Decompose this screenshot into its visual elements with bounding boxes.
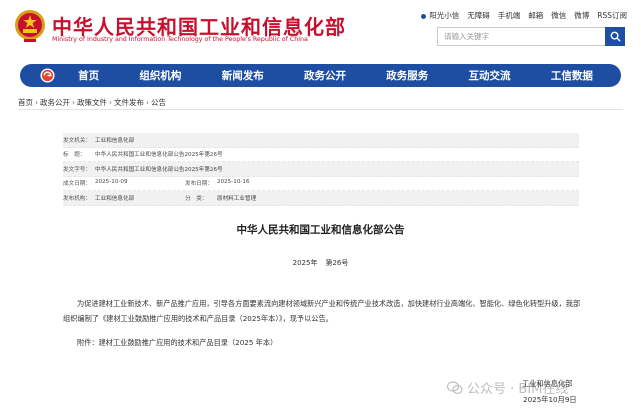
main-nav: 首页 组织机构 新闻发布 政务公开 政务服务 互动交流 工信数据 bbox=[20, 64, 621, 87]
toplink-rss[interactable]: RSS订阅 bbox=[597, 10, 627, 21]
meta-docno: 中华人民共和国工业和信息化部公告2025年第26号 bbox=[95, 166, 223, 173]
breadcrumb-separator: › bbox=[35, 98, 38, 107]
breadcrumb-policy-files[interactable]: 政策文件 bbox=[77, 98, 107, 107]
meta-row-title: 标 题： 中华人民共和国工业和信息化部公告2025年第26号 bbox=[63, 148, 579, 162]
document-signature: 工业和信息化部 bbox=[522, 379, 573, 388]
meta-label: 发布机构： bbox=[63, 195, 91, 202]
breadcrumb-notice[interactable]: 公告 bbox=[151, 98, 166, 107]
search-box bbox=[437, 27, 625, 46]
document-issue: 第26号 bbox=[325, 259, 349, 267]
search-button[interactable] bbox=[605, 27, 625, 46]
meta-issuer: 工业和信息化部 bbox=[95, 137, 135, 144]
meta-agency: 工业和信息化部 bbox=[95, 195, 135, 202]
meta-label: 发文字号： bbox=[63, 166, 91, 173]
document-number: 2025年 第26号 bbox=[0, 258, 641, 268]
attachment-link[interactable]: 附件：建材工业鼓励推广应用的技术和产品目录（2025 年本） bbox=[77, 338, 277, 348]
breadcrumb-divider bbox=[18, 109, 623, 110]
toplink-mobile[interactable]: 手机端 bbox=[498, 10, 521, 21]
breadcrumb-gov-affairs[interactable]: 政务公开 bbox=[40, 98, 70, 107]
document-year: 2025年 bbox=[292, 259, 318, 267]
site-header: 中华人民共和国工业和信息化部 Ministry of Industry and … bbox=[0, 0, 641, 62]
meta-row-docno: 发文字号： 中华人民共和国工业和信息化部公告2025年第26号 bbox=[63, 162, 579, 177]
document-date: 2025年10月9日 bbox=[523, 395, 577, 404]
meta-row-dates: 成文日期： 2025-10-09 发布日期： 2025-10-16 bbox=[63, 177, 579, 191]
nav-item-government-affairs[interactable]: 政务公开 bbox=[304, 68, 346, 83]
meta-published-date: 2025-10-16 bbox=[217, 179, 250, 186]
meta-label: 标 题： bbox=[63, 152, 86, 159]
breadcrumb-separator: › bbox=[146, 98, 149, 107]
wechat-icon bbox=[447, 380, 463, 394]
nav-item-home[interactable]: 首页 bbox=[78, 68, 99, 83]
meta-row-issuer: 发文机关： 工业和信息化部 bbox=[63, 133, 579, 148]
nav-item-organization[interactable]: 组织机构 bbox=[139, 68, 181, 83]
meta-cell-created: 成文日期： 2025-10-09 bbox=[63, 179, 185, 187]
meta-title: 中华人民共和国工业和信息化部公告2025年第26号 bbox=[95, 152, 223, 159]
meta-created-date: 2025-10-09 bbox=[95, 179, 128, 186]
nav-home-logo[interactable] bbox=[36, 64, 58, 87]
nav-item-interaction[interactable]: 互动交流 bbox=[469, 68, 511, 83]
meta-label: 分 类： bbox=[185, 195, 208, 202]
toplink-sunshine[interactable]: 阳光小信 bbox=[421, 10, 459, 21]
search-input[interactable] bbox=[437, 27, 605, 46]
meta-cell-category: 分 类： 原材料工业管理 bbox=[185, 194, 307, 202]
breadcrumb-home[interactable]: 首页 bbox=[18, 98, 33, 107]
meta-cell-agency: 发布机构： 工业和信息化部 bbox=[63, 194, 185, 202]
meta-cell-published: 发布日期： 2025-10-16 bbox=[185, 179, 307, 187]
meta-label: 成文日期： bbox=[63, 181, 91, 188]
toplink-wechat[interactable]: 微信 bbox=[551, 10, 566, 21]
national-emblem-icon bbox=[15, 10, 45, 42]
meta-label: 发文机关： bbox=[63, 137, 91, 144]
miit-logo-icon bbox=[39, 68, 55, 83]
toplink-weibo[interactable]: 微博 bbox=[574, 10, 589, 21]
toplink-mail[interactable]: 邮箱 bbox=[528, 10, 543, 21]
nav-item-news[interactable]: 新闻发布 bbox=[222, 68, 264, 83]
meta-row-agency: 发布机构： 工业和信息化部 分 类： 原材料工业管理 bbox=[63, 191, 579, 206]
toplink-accessibility[interactable]: 无障碍 bbox=[467, 10, 490, 21]
site-title-english: Ministry of Industry and Information Tec… bbox=[52, 36, 308, 43]
breadcrumb-separator: › bbox=[72, 98, 75, 107]
breadcrumb-file-release[interactable]: 文件发布 bbox=[114, 98, 144, 107]
meta-label: 发布日期： bbox=[185, 181, 213, 188]
breadcrumb-separator: › bbox=[109, 98, 112, 107]
breadcrumb: 首页 › 政务公开 › 政策文件 › 文件发布 › 公告 bbox=[18, 97, 166, 108]
document-metadata: 发文机关： 工业和信息化部 标 题： 中华人民共和国工业和信息化部公告2025年… bbox=[63, 133, 579, 206]
nav-items: 首页 组织机构 新闻发布 政务公开 政务服务 互动交流 工信数据 bbox=[58, 68, 621, 83]
nav-item-data[interactable]: 工信数据 bbox=[551, 68, 593, 83]
search-icon bbox=[610, 31, 621, 42]
document-paragraph: 为促进建材工业新技术、新产品推广应用，引导各方面要素流向建材领域新兴产业和传统产… bbox=[63, 299, 581, 323]
document-title: 中华人民共和国工业和信息化部公告 bbox=[236, 224, 405, 236]
top-links: 阳光小信 无障碍 手机端 邮箱 微信 微博 RSS订阅 bbox=[421, 10, 627, 21]
nav-item-services[interactable]: 政务服务 bbox=[386, 68, 428, 83]
meta-category: 原材料工业管理 bbox=[217, 195, 257, 202]
